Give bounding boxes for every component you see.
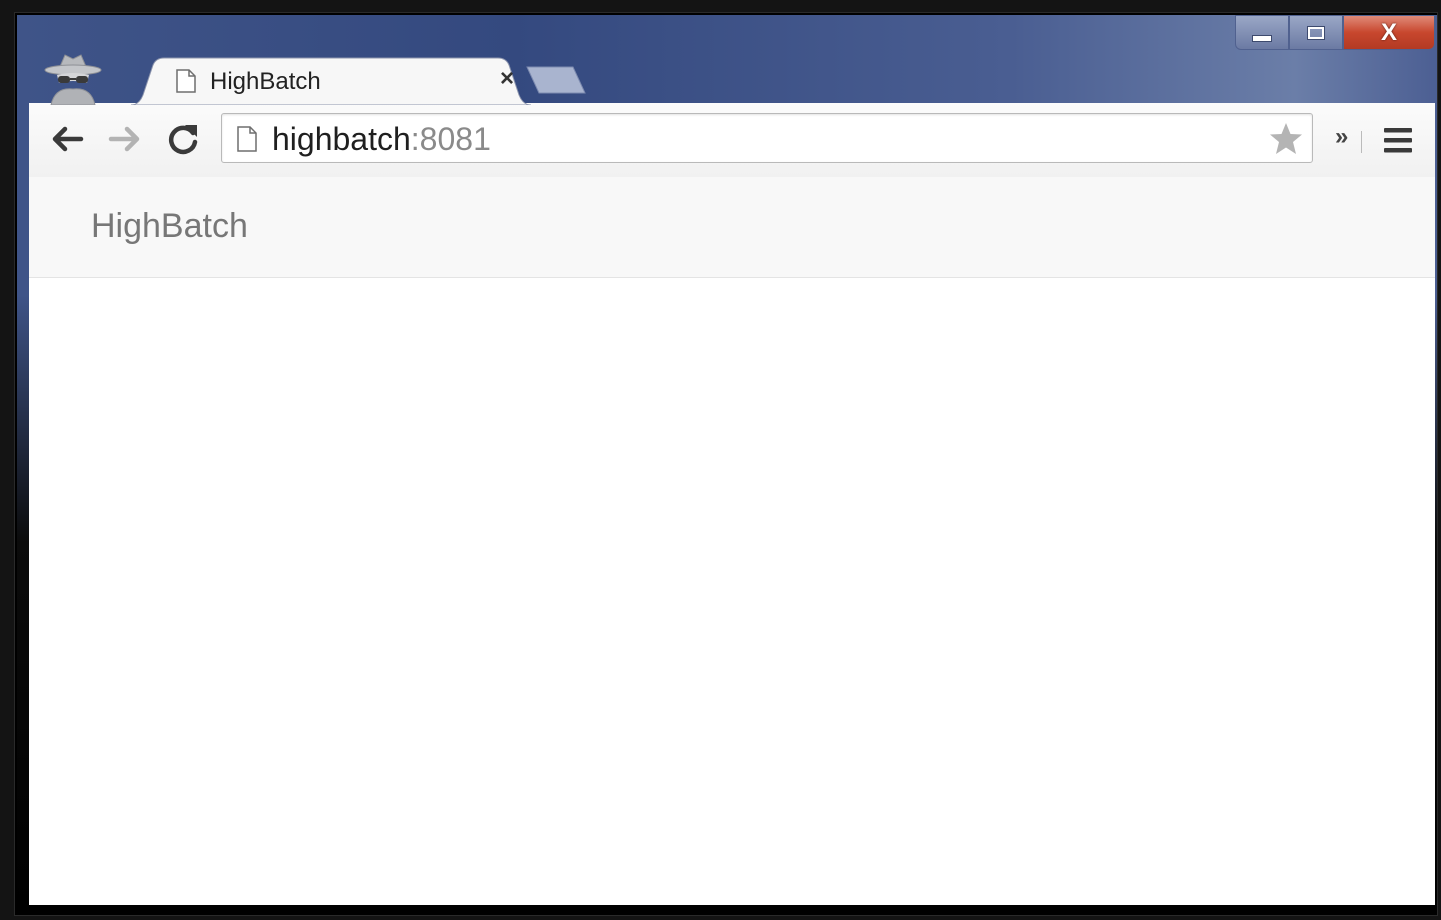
tab-highbatch[interactable]: HighBatch × [131,57,531,105]
site-navbar: HighBatch [29,177,1435,278]
toolbar-divider [1361,131,1362,153]
forward-button[interactable] [105,119,145,159]
extensions-chevron-button[interactable]: » [1335,123,1348,151]
reload-button[interactable] [163,119,203,159]
url-port: :8081 [410,121,491,157]
tab-title: HighBatch [210,68,321,95]
tab-close-button[interactable]: × [493,65,521,93]
page-icon [236,126,258,152]
close-window-button[interactable]: X [1343,15,1435,50]
page-viewport: HighBatch [29,177,1435,905]
reload-icon [168,125,198,155]
maximize-button[interactable] [1289,15,1343,50]
url-host: highbatch [272,121,411,157]
back-arrow-icon [52,126,84,152]
navbar-brand-link[interactable]: HighBatch [91,207,248,246]
close-icon: X [1380,18,1397,46]
chrome-menu-button[interactable] [1381,123,1415,157]
minimize-icon [1252,35,1272,42]
url-text: highbatch:8081 [272,122,491,156]
incognito-icon [41,49,105,106]
bookmark-star-button[interactable] [1268,121,1304,157]
forward-arrow-icon [108,126,140,152]
maximize-icon [1307,25,1325,40]
page-icon [175,69,197,93]
back-button[interactable] [47,119,87,159]
new-tab-button[interactable] [525,65,589,95]
address-bar[interactable]: highbatch:8081 [221,113,1313,163]
window-caption-buttons: X [1235,15,1435,51]
hamburger-menu-icon [1384,128,1412,153]
minimize-button[interactable] [1235,15,1289,50]
browser-window: X HighBatch × highbatch:8081 » HighBatch [14,12,1438,916]
window-frame: X HighBatch × highbatch:8081 » HighBatch [17,15,1437,913]
browser-toolbar: highbatch:8081 » [29,103,1435,178]
star-icon [1270,123,1302,154]
